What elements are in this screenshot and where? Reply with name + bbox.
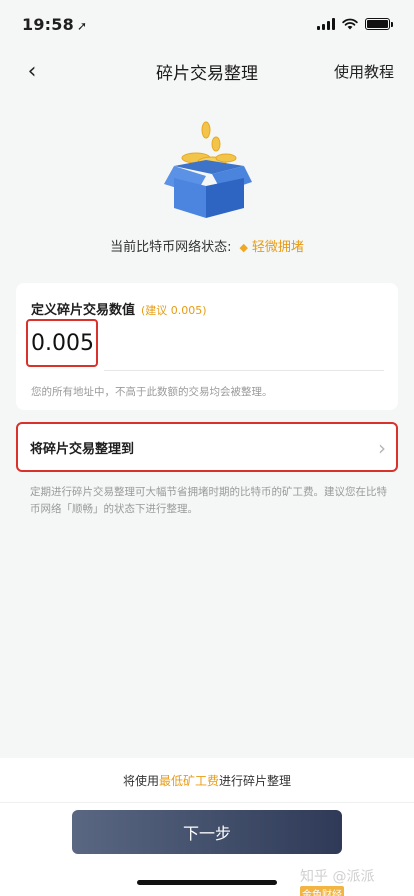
diamond-icon: ◆ — [239, 241, 248, 254]
status-time: 19:58 ➚ — [22, 14, 88, 34]
wifi-icon — [342, 18, 358, 30]
define-amount-card: 定义碎片交易数值 (建议 0.005) 0.005 您的所有地址中，不高于此数额的… — [16, 283, 398, 410]
coin-box-illustration — [164, 121, 252, 218]
consolidate-target-row[interactable]: 将碎片交易整理到 › — [16, 422, 398, 472]
next-button[interactable]: 下一步 — [72, 810, 342, 854]
suggestion-hint: (建议 0.005) — [141, 304, 207, 317]
bottom-divider — [0, 802, 414, 803]
hero-illustration — [0, 120, 414, 226]
chevron-left-icon: ‹ — [27, 58, 37, 84]
location-arrow-icon: ➚ — [76, 18, 88, 33]
define-amount-title: 定义碎片交易数值 (建议 0.005) — [31, 303, 207, 318]
watermark-badge: 金色财经 — [300, 886, 344, 896]
nav-bar: ‹ 碎片交易整理 使用教程 — [0, 50, 414, 92]
network-status: 当前比特币网络状态: ◆ 轻微拥堵 — [0, 236, 414, 255]
home-indicator[interactable] — [137, 880, 277, 885]
watermark: 知乎 @派派 金色财经 — [300, 866, 414, 896]
consolidate-target-label: 将碎片交易整理到 — [30, 441, 135, 457]
cellular-signal-icon — [317, 18, 335, 30]
back-button[interactable]: ‹ — [18, 56, 46, 86]
input-divider — [104, 370, 384, 371]
page-title: 碎片交易整理 — [156, 63, 258, 84]
tutorial-link[interactable]: 使用教程 — [334, 61, 394, 82]
network-status-value: 轻微拥堵 — [251, 240, 304, 255]
chevron-right-icon: › — [378, 436, 386, 460]
consolidation-description: 定期进行碎片交易整理可大幅节省拥堵时期的比特币的矿工费。建议您在比特币网络「顺畅… — [30, 486, 387, 515]
fee-highlight: 最低矿工费 — [158, 774, 219, 788]
amount-note: 您的所有地址中，不高于此数额的交易均会被整理。 — [31, 386, 273, 398]
fee-line: 将使用最低矿工费进行碎片整理 — [122, 774, 292, 788]
amount-input[interactable]: 0.005 — [26, 319, 98, 367]
status-icons — [317, 18, 393, 30]
battery-icon — [365, 18, 393, 30]
status-bar: 19:58 ➚ — [0, 0, 414, 48]
network-status-label: 当前比特币网络状态: — [110, 240, 232, 255]
